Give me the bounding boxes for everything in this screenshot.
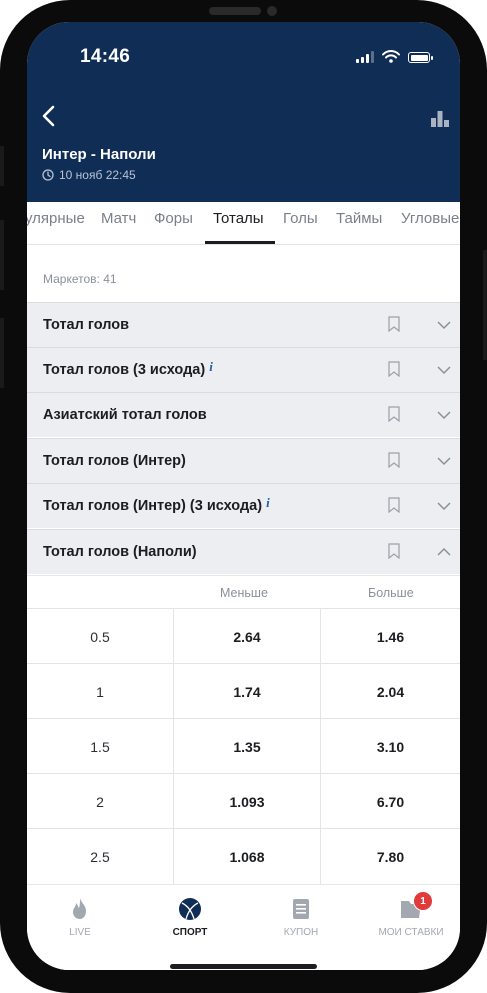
- nav-sport[interactable]: СПОРТ: [140, 897, 240, 938]
- market-name: Тотал голов: [43, 317, 129, 333]
- tab-totals[interactable]: Тоталы: [213, 210, 264, 227]
- under-header: Меньше: [220, 586, 268, 600]
- under-odd-button[interactable]: 1.068: [173, 829, 320, 884]
- tab-halves[interactable]: Таймы: [336, 210, 382, 227]
- ball-icon: [179, 898, 201, 920]
- market-row[interactable]: Тотал голов (Интер) (3 исхода) i: [27, 483, 460, 528]
- flame-icon: [73, 898, 86, 919]
- bookmark-icon[interactable]: [388, 316, 400, 332]
- nav-coupon-label: КУПОН: [283, 927, 319, 938]
- under-odd-button[interactable]: 1.35: [173, 719, 320, 774]
- market-name: Тотал голов (3 исхода) i: [43, 359, 213, 378]
- bookmark-icon[interactable]: [388, 543, 400, 559]
- coupon-icon: [293, 899, 309, 919]
- market-row[interactable]: Тотал голов (3 исхода) i: [27, 347, 460, 392]
- battery-icon: [408, 52, 433, 63]
- bookmark-icon[interactable]: [388, 452, 400, 468]
- back-arrow-icon[interactable]: [39, 104, 59, 128]
- info-icon[interactable]: i: [266, 495, 270, 510]
- status-icons: [356, 50, 433, 63]
- phone-volume-down: [0, 318, 4, 388]
- under-odd-button[interactable]: 2.64: [173, 609, 320, 664]
- nav-my-bets-label: МОИ СТАВКИ: [378, 927, 444, 938]
- nav-my-bets[interactable]: 1 МОИ СТАВКИ: [361, 891, 460, 938]
- under-odd-button[interactable]: 1.093: [173, 774, 320, 829]
- over-odd-button[interactable]: 1.46: [320, 609, 460, 664]
- market-name: Тотал голов (Интер) (3 исхода) i: [43, 495, 270, 514]
- chevron-down-icon[interactable]: [437, 320, 451, 330]
- under-odd-button[interactable]: 1.74: [173, 664, 320, 719]
- table-row: 2 1.093 6.70: [27, 773, 460, 829]
- market-row[interactable]: Азиатский тотал голов: [27, 392, 460, 437]
- market-name: Тотал голов (Наполи): [43, 544, 197, 560]
- market-name: Азиатский тотал голов: [43, 407, 207, 423]
- over-odd-button[interactable]: 6.70: [320, 774, 460, 829]
- chevron-down-icon[interactable]: [437, 365, 451, 375]
- tab-goals[interactable]: Голы: [283, 210, 318, 227]
- app-screen: 14:46 Интер - Наполи 10 нояб 22:45 улярн…: [27, 22, 460, 970]
- phone-mute-switch: [0, 146, 4, 186]
- market-tabs: улярные Матч Форы Тоталы Голы Таймы Угло…: [27, 202, 460, 245]
- phone-power-button: [483, 250, 487, 360]
- total-value: 2: [96, 793, 104, 810]
- bottom-navigation: LIVE СПОРТ КУПОН 1 МОИ СТАВКИ: [27, 884, 460, 970]
- bookmark-icon[interactable]: [388, 497, 400, 513]
- chevron-up-icon[interactable]: [437, 547, 451, 557]
- total-value: 0.5: [90, 628, 110, 645]
- nav-sport-label: СПОРТ: [172, 927, 208, 938]
- total-value: 1.5: [90, 738, 110, 755]
- table-row: 0.5 2.64 1.46: [27, 608, 460, 664]
- active-tab-indicator: [205, 241, 275, 244]
- odds-table: 0.5 2.64 1.46 1 1.74 2.04 1.5 1.35 3.10 …: [27, 608, 460, 884]
- markets-count: Маркетов: 41: [43, 272, 117, 286]
- market-name: Тотал голов (Интер): [43, 453, 186, 469]
- statistics-icon[interactable]: [430, 109, 450, 127]
- market-row-expanded[interactable]: Тотал голов (Наполи): [27, 529, 460, 574]
- notification-badge: 1: [413, 891, 433, 911]
- total-value: 2.5: [90, 848, 110, 865]
- bookmark-icon[interactable]: [388, 406, 400, 422]
- phone-frame: 14:46 Интер - Наполи 10 нояб 22:45 улярн…: [0, 0, 487, 993]
- match-datetime: 10 нояб 22:45: [42, 168, 136, 182]
- clock-icon: [42, 169, 54, 181]
- tab-corners[interactable]: Угловые: [401, 210, 459, 227]
- nav-live-label: LIVE: [69, 927, 91, 938]
- tab-match[interactable]: Матч: [101, 210, 136, 227]
- phone-volume-up: [0, 220, 4, 290]
- phone-camera: [267, 6, 277, 16]
- my-bets-icon-wrap: 1: [399, 891, 433, 921]
- phone-speaker: [209, 7, 261, 15]
- over-odd-button[interactable]: 7.80: [320, 829, 460, 884]
- bookmark-icon[interactable]: [388, 361, 400, 377]
- over-odd-button[interactable]: 2.04: [320, 664, 460, 719]
- nav-coupon[interactable]: КУПОН: [251, 897, 351, 938]
- match-header: 14:46 Интер - Наполи 10 нояб 22:45: [27, 22, 460, 202]
- wifi-icon: [382, 50, 400, 63]
- match-date-text: 10 нояб 22:45: [59, 168, 136, 182]
- tab-popular[interactable]: улярные: [27, 210, 85, 227]
- match-title: Интер - Наполи: [42, 146, 156, 163]
- status-time: 14:46: [80, 46, 131, 67]
- market-row[interactable]: Тотал голов (Интер): [27, 438, 460, 483]
- market-row[interactable]: Тотал голов: [27, 302, 460, 347]
- over-odd-button[interactable]: 3.10: [320, 719, 460, 774]
- chevron-down-icon[interactable]: [437, 501, 451, 511]
- chevron-down-icon[interactable]: [437, 456, 451, 466]
- tab-handicaps[interactable]: Форы: [154, 210, 193, 227]
- table-row: 2.5 1.068 7.80: [27, 828, 460, 884]
- chevron-down-icon[interactable]: [437, 410, 451, 420]
- info-icon[interactable]: i: [209, 359, 213, 374]
- over-header: Больше: [368, 586, 414, 600]
- home-indicator: [170, 964, 317, 969]
- table-row: 1 1.74 2.04: [27, 663, 460, 719]
- nav-live[interactable]: LIVE: [30, 897, 130, 938]
- table-row: 1.5 1.35 3.10: [27, 718, 460, 774]
- odds-header: Меньше Больше: [27, 575, 460, 607]
- total-value: 1: [96, 683, 104, 700]
- signal-icon: [356, 51, 374, 63]
